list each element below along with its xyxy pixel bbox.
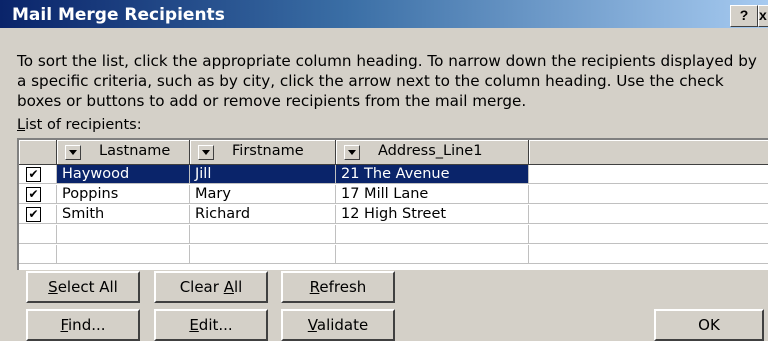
cell-firstname: Jill — [190, 165, 336, 184]
instructions-text: To sort the list, click the appropriate … — [17, 52, 757, 110]
cell-firstname: Mary — [190, 185, 336, 204]
column-header-firstname[interactable]: Firstname — [190, 140, 336, 165]
checkbox[interactable]: ✔ — [26, 187, 41, 202]
refresh-button[interactable]: Refresh — [281, 271, 395, 303]
cell-lastname: Haywood — [57, 165, 190, 184]
dropdown-arrow-icon[interactable] — [65, 145, 81, 160]
column-header-lastname[interactable]: Lastname — [57, 140, 190, 165]
window-title: Mail Merge Recipients — [12, 5, 225, 25]
find-button[interactable]: Find... — [26, 309, 140, 341]
dropdown-arrow-icon[interactable] — [198, 145, 214, 160]
cell-lastname: Poppins — [57, 185, 190, 204]
table-row[interactable]: ✔ Haywood Jill 21 The Avenue — [19, 165, 768, 185]
title-bar: Mail Merge Recipients ? x — [0, 0, 768, 28]
recipients-list[interactable]: Lastname Firstname Address_Line1 ✔ Haywo… — [17, 138, 768, 270]
clear-all-button[interactable]: Clear All — [154, 271, 268, 303]
column-header-address[interactable]: Address_Line1 — [336, 140, 529, 165]
table-row[interactable]: ✔ Smith Richard 12 High Street — [19, 205, 768, 225]
empty-row — [19, 245, 768, 265]
select-all-button[interactable]: Select All — [26, 271, 140, 303]
dropdown-arrow-icon[interactable] — [344, 145, 360, 160]
ok-button[interactable]: OK — [654, 309, 764, 341]
help-button[interactable]: ? — [730, 5, 758, 27]
cell-address: 12 High Street — [336, 205, 529, 224]
empty-row — [19, 225, 768, 245]
column-header-check[interactable] — [19, 140, 57, 165]
cell-address: 21 The Avenue — [336, 165, 529, 184]
cell-address: 17 Mill Lane — [336, 185, 529, 204]
validate-button[interactable]: Validate — [281, 309, 395, 341]
column-header-empty — [529, 140, 768, 165]
edit-button[interactable]: Edit... — [154, 309, 268, 341]
list-label: List of recipients: — [17, 117, 142, 133]
table-row[interactable]: ✔ Poppins Mary 17 Mill Lane — [19, 185, 768, 205]
checkbox[interactable]: ✔ — [26, 207, 41, 222]
cell-lastname: Smith — [57, 205, 190, 224]
checkbox[interactable]: ✔ — [26, 167, 41, 182]
cell-firstname: Richard — [190, 205, 336, 224]
close-button[interactable]: x — [758, 5, 768, 27]
